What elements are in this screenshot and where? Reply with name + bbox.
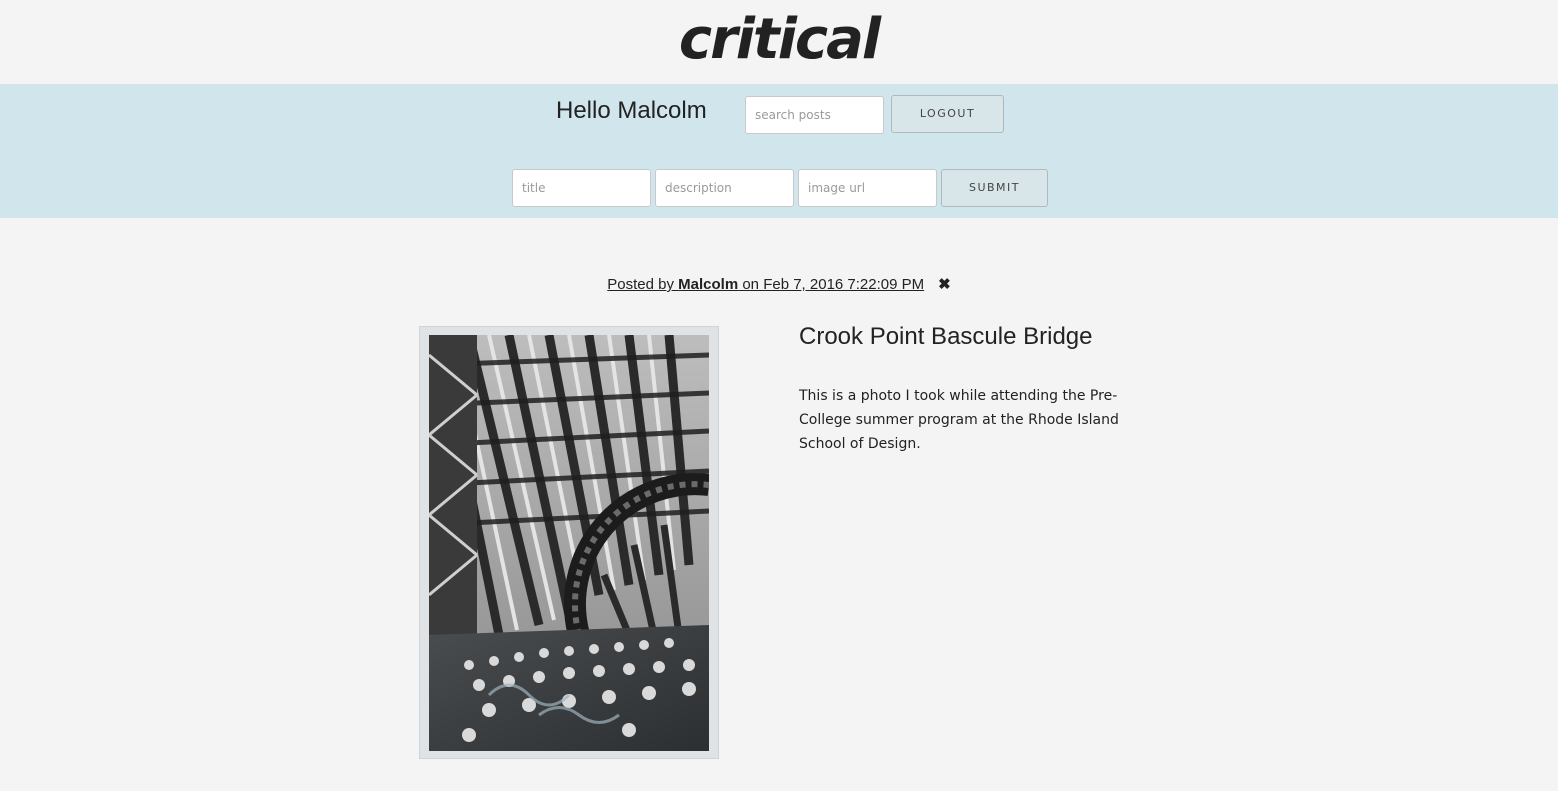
post-meta-link[interactable]: Posted by Malcolm on Feb 7, 2016 7:22:09…: [607, 276, 924, 293]
bridge-photo: [429, 335, 709, 751]
site-logo[interactable]: critical: [0, 8, 1558, 72]
post-title: Crook Point Bascule Bridge: [799, 323, 1093, 350]
logout-button[interactable]: LOGOUT: [891, 95, 1004, 133]
nav-bar: Hello Malcolm LOGOUT SUBMIT: [0, 84, 1558, 218]
description-field[interactable]: [655, 169, 794, 207]
close-icon[interactable]: ✖: [938, 276, 951, 294]
post-description: This is a photo I took while attending t…: [799, 388, 1119, 452]
post-image: [419, 326, 719, 759]
submit-button[interactable]: SUBMIT: [941, 169, 1048, 207]
title-field[interactable]: [512, 169, 651, 207]
greeting: Hello Malcolm: [556, 97, 707, 124]
post-meta: Posted by Malcolm on Feb 7, 2016 7:22:09…: [0, 276, 1558, 294]
search-input[interactable]: [745, 96, 884, 134]
site-header: critical: [0, 0, 1558, 84]
posted-by-prefix: Posted by: [607, 276, 679, 293]
post-author: Malcolm: [678, 276, 739, 293]
image-url-field[interactable]: [798, 169, 937, 207]
post-date: on Feb 7, 2016 7:22:09 PM: [738, 276, 925, 293]
